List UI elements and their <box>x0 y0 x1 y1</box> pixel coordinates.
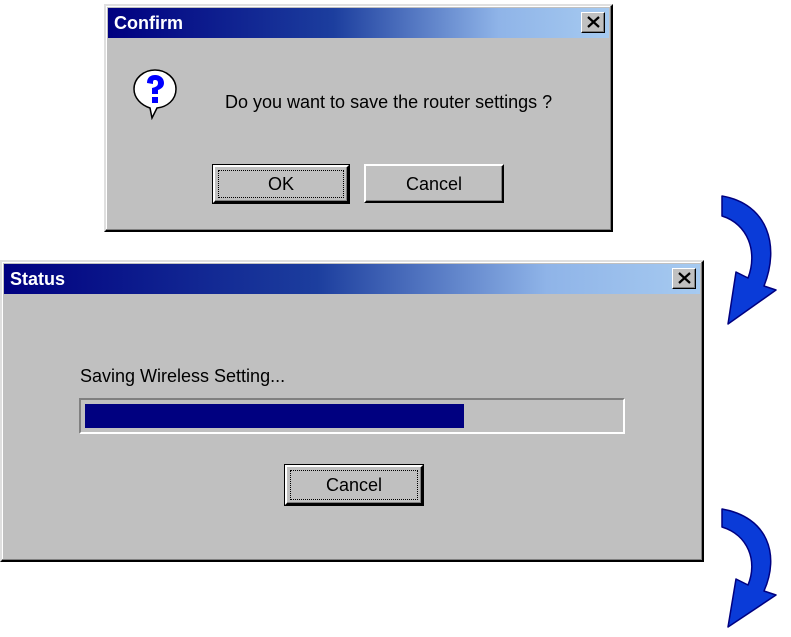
status-dialog: Status Saving Wireless Setting... Cancel <box>0 260 704 562</box>
confirm-dialog: Confirm Do you want to save the router s… <box>104 4 613 232</box>
curved-down-arrow-icon <box>721 508 777 628</box>
cancel-button-label: Cancel <box>405 173 463 194</box>
confirm-titlebar[interactable]: Confirm <box>108 8 609 38</box>
status-close-button[interactable] <box>672 268 696 289</box>
question-icon <box>133 69 177 120</box>
progress-bar <box>79 398 625 434</box>
close-icon <box>587 16 600 28</box>
confirm-close-button[interactable] <box>581 12 605 33</box>
confirm-message: Do you want to save the router settings … <box>225 92 553 112</box>
status-cancel-button[interactable]: Cancel <box>284 464 424 506</box>
ok-button[interactable]: OK <box>212 164 350 204</box>
ok-button-label: OK <box>267 174 294 194</box>
status-title: Status <box>10 269 66 289</box>
status-message: Saving Wireless Setting... <box>80 366 286 386</box>
status-cancel-button-label: Cancel <box>325 475 383 495</box>
curved-down-arrow-icon <box>721 195 777 325</box>
cancel-button[interactable]: Cancel <box>364 164 504 203</box>
status-titlebar[interactable]: Status <box>4 264 700 294</box>
close-icon <box>678 272 691 284</box>
progress-fill <box>85 404 464 428</box>
confirm-title: Confirm <box>114 13 183 33</box>
